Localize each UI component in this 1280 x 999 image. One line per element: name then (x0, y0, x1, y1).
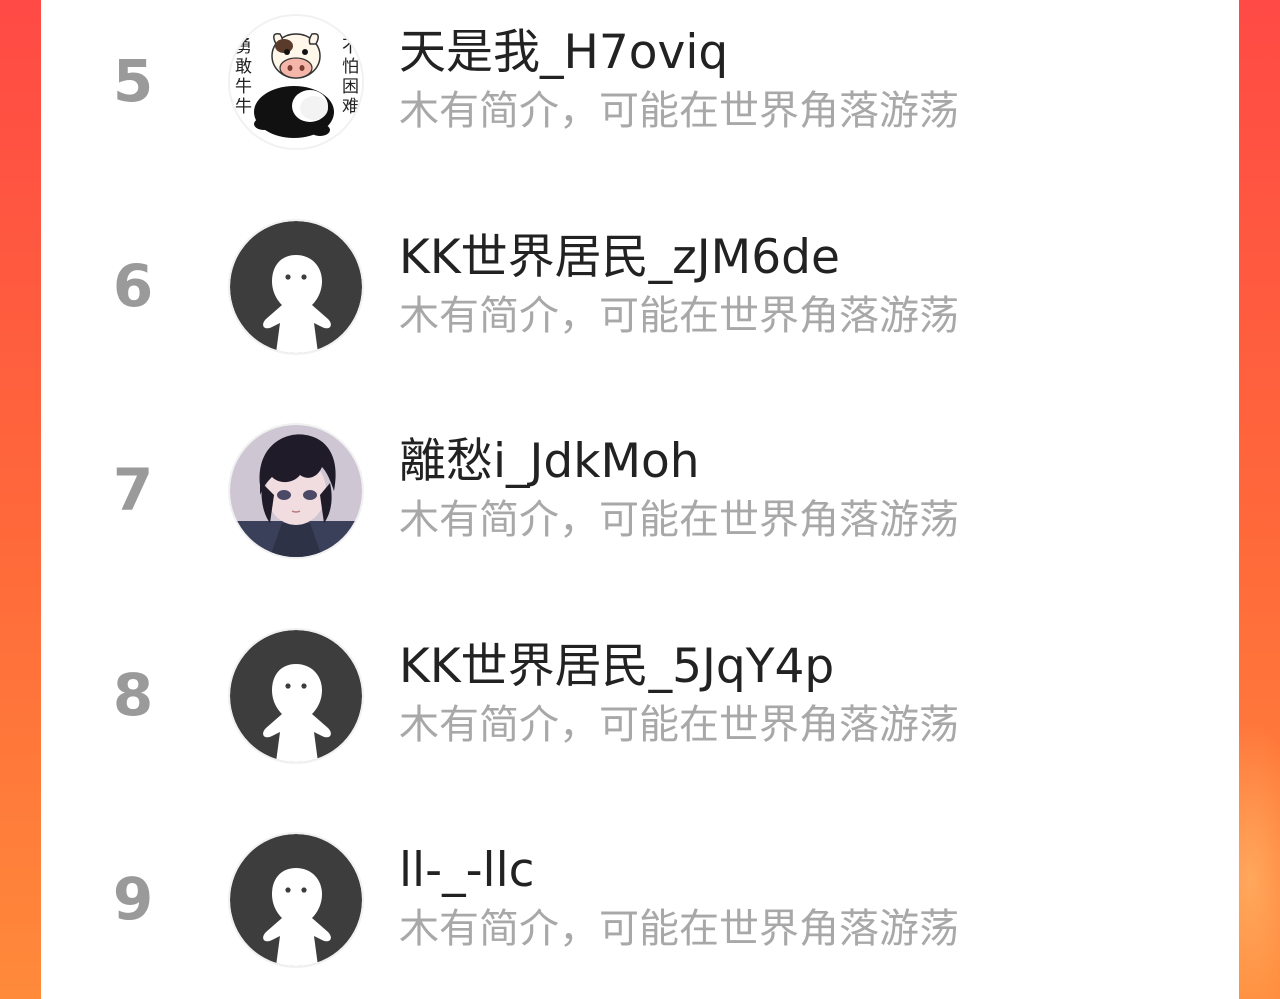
anime-boy-avatar-icon (230, 425, 362, 557)
user-avatar[interactable] (230, 425, 362, 557)
ranking-list-panel[interactable]: 5 勇敢牛牛 不怕困难 天是我_H7oviq 木有简介，可能在世界角落游荡 6 … (41, 0, 1239, 999)
user-avatar[interactable]: 勇敢牛牛 不怕困难 (230, 16, 362, 148)
avatar-text-left: 勇敢牛牛 (235, 37, 252, 117)
rank-number: 8 (112, 661, 154, 729)
rank-number: 6 (112, 252, 154, 320)
ranking-row-7[interactable]: 7 離愁i_JdkMoh 木有简介，可能在世界角落游荡 (41, 415, 1239, 565)
rank-number: 9 (112, 865, 154, 933)
user-bio: 木有简介，可能在世界角落游荡 (399, 497, 959, 543)
user-name[interactable]: KK世界居民_5JqY4p (399, 636, 834, 698)
ranking-row-8[interactable]: 8 KK世界居民_5JqY4p 木有简介，可能在世界角落游荡 (41, 620, 1239, 770)
user-avatar[interactable] (230, 834, 362, 966)
default-user-avatar-icon (230, 630, 362, 762)
user-bio: 木有简介，可能在世界角落游荡 (399, 88, 959, 134)
user-name[interactable]: 天是我_H7oviq (399, 22, 728, 84)
cow-sticker-avatar-icon: 勇敢牛牛 不怕困难 (230, 16, 362, 148)
user-name[interactable]: ll-_-llc (399, 840, 535, 902)
ranking-row-6[interactable]: 6 KK世界居民_zJM6de 木有简介，可能在世界角落游荡 (41, 211, 1239, 361)
rank-number: 7 (112, 456, 154, 524)
user-avatar[interactable] (230, 221, 362, 353)
ranking-row-9[interactable]: 9 ll-_-llc 木有简介，可能在世界角落游荡 (41, 824, 1239, 974)
user-bio: 木有简介，可能在世界角落游荡 (399, 702, 959, 748)
default-user-avatar-icon (230, 834, 362, 966)
ranking-row-5[interactable]: 5 勇敢牛牛 不怕困难 天是我_H7oviq 木有简介，可能在世界角落游荡 (41, 6, 1239, 156)
avatar-text-right: 不怕困难 (342, 37, 359, 117)
user-bio: 木有简介，可能在世界角落游荡 (399, 906, 959, 952)
user-name[interactable]: KK世界居民_zJM6de (399, 227, 840, 289)
user-bio: 木有简介，可能在世界角落游荡 (399, 293, 959, 339)
user-avatar[interactable] (230, 630, 362, 762)
rank-number: 5 (112, 47, 154, 115)
ranking-page: 5 勇敢牛牛 不怕困难 天是我_H7oviq 木有简介，可能在世界角落游荡 6 … (0, 0, 1280, 999)
default-user-avatar-icon (230, 221, 362, 353)
user-name[interactable]: 離愁i_JdkMoh (399, 431, 700, 493)
